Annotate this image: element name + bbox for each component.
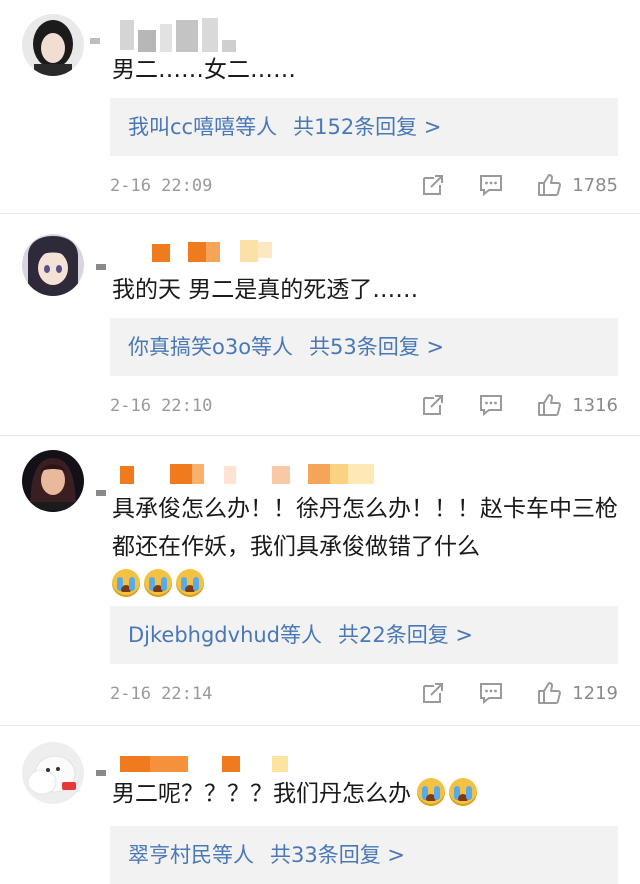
- reply-summary-link[interactable]: 翠亨村民等人 共33条回复 >: [110, 826, 618, 884]
- comment-item-1: 男二……女二…… 我叫cc嘻嘻等人 共152条回复 > 2-16 22:09 17…: [0, 0, 640, 214]
- comment-item-2: 我的天 男二是真的死透了…… 你真搞笑o3o等人 共53条回复 > 2-16 22…: [0, 214, 640, 436]
- comment-text: 男二……女二……: [112, 57, 296, 83]
- thumbs-up-icon[interactable]: [536, 680, 562, 706]
- like-count: 1316: [572, 395, 618, 416]
- thumbs-up-icon[interactable]: [536, 392, 562, 418]
- reply-users: Djkebhgdvhud等人: [128, 623, 323, 647]
- reply-summary-link[interactable]: Djkebhgdvhud等人 共22条回复 >: [110, 606, 618, 664]
- user-avatar[interactable]: [22, 450, 84, 512]
- comment-text: 具承俊怎么办！！徐丹怎么办！！！赵卡车中三枪都还在作妖，我们具承俊做错了什么: [112, 490, 618, 604]
- reply-summary-link[interactable]: 我叫cc嘻嘻等人 共152条回复 >: [110, 98, 618, 156]
- crying-face-emoji: [144, 569, 172, 597]
- share-icon[interactable]: [420, 680, 446, 706]
- user-avatar[interactable]: [22, 742, 84, 804]
- comment-icon[interactable]: [478, 172, 504, 198]
- reply-users: 我叫cc嘻嘻等人: [128, 115, 278, 139]
- comment-text: 我的天 男二是真的死透了……: [112, 277, 419, 303]
- comment-meta: 2-16 22:09 1785: [110, 172, 618, 202]
- reply-count: 共53条回复 >: [309, 335, 445, 359]
- reply-users: 翠亨村民等人: [128, 843, 254, 867]
- comment-item-3: 具承俊怎么办！！徐丹怎么办！！！赵卡车中三枪都还在作妖，我们具承俊做错了什么 D…: [0, 436, 640, 726]
- comment-text: 男二呢？？？？我们丹怎么办: [112, 776, 618, 812]
- comment-time: 2-16 22:09: [110, 176, 213, 196]
- thumbs-up-icon[interactable]: [536, 172, 562, 198]
- reply-count: 共152条回复 >: [293, 115, 442, 139]
- reply-count: 共33条回复 >: [270, 843, 405, 867]
- comment-icon[interactable]: [478, 680, 504, 706]
- username-mosaic[interactable]: [90, 462, 390, 496]
- comment-time: 2-16 22:10: [110, 396, 213, 416]
- username-mosaic[interactable]: [90, 18, 250, 52]
- comment-time: 2-16 22:14: [110, 684, 213, 704]
- comment-item-4: 男二呢？？？？我们丹怎么办 翠亨村民等人 共33条回复 >: [0, 726, 640, 884]
- crying-face-emoji: [176, 569, 204, 597]
- username-mosaic[interactable]: [90, 236, 290, 270]
- comment-meta: 2-16 22:14 1219: [110, 680, 618, 710]
- comment-icon[interactable]: [478, 392, 504, 418]
- crying-face-emoji: [112, 569, 140, 597]
- reply-summary-link[interactable]: 你真搞笑o3o等人 共53条回复 >: [110, 318, 618, 376]
- crying-face-emoji: [449, 778, 477, 806]
- crying-face-emoji: [417, 778, 445, 806]
- user-avatar[interactable]: [22, 14, 84, 76]
- user-avatar[interactable]: [22, 234, 84, 296]
- comment-meta: 2-16 22:10 1316: [110, 392, 618, 422]
- like-count: 1219: [572, 683, 618, 704]
- share-icon[interactable]: [420, 392, 446, 418]
- like-count: 1785: [572, 175, 618, 196]
- reply-users: 你真搞笑o3o等人: [128, 335, 294, 359]
- share-icon[interactable]: [420, 172, 446, 198]
- reply-count: 共22条回复 >: [338, 623, 474, 647]
